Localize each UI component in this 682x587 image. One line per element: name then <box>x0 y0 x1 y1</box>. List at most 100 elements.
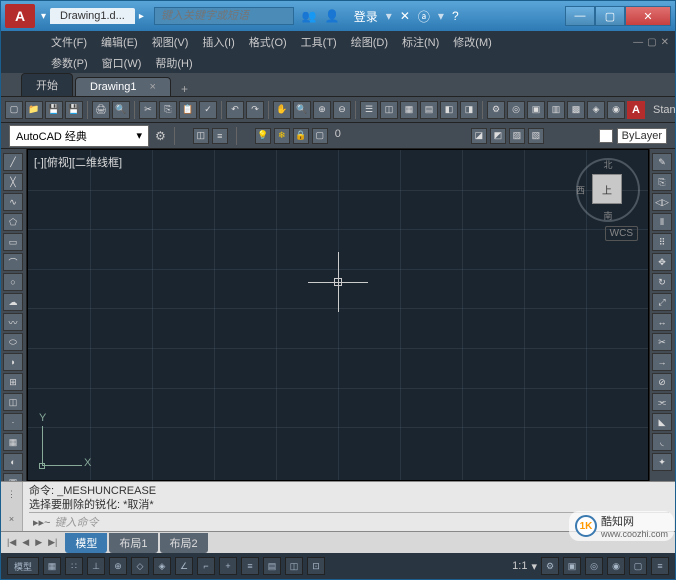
layer-state2-icon[interactable]: ❄ <box>274 128 290 144</box>
qp-toggle-icon[interactable]: ◫ <box>285 557 303 575</box>
explode-icon[interactable]: ✦ <box>652 453 672 471</box>
ssm-icon[interactable]: ▤ <box>420 101 438 119</box>
tab-close-icon[interactable]: × <box>150 81 156 93</box>
ducs-toggle-icon[interactable]: ⌐ <box>197 557 215 575</box>
tb-extra6-icon[interactable]: ◈ <box>587 101 605 119</box>
offset-icon[interactable]: ⫴ <box>652 213 672 231</box>
join-icon[interactable]: ⫘ <box>652 393 672 411</box>
menu-tools[interactable]: 工具(T) <box>301 34 337 50</box>
arc-icon[interactable]: ⌒ <box>3 253 23 271</box>
break-icon[interactable]: ⊘ <box>652 373 672 391</box>
viewcube[interactable]: 北 南 西 上 <box>576 158 640 222</box>
menu-window[interactable]: 窗口(W) <box>102 55 142 71</box>
menu-dimension[interactable]: 标注(N) <box>402 34 439 50</box>
snap-toggle-icon[interactable]: ∷ <box>65 557 83 575</box>
tab-add-button[interactable]: + <box>173 82 196 96</box>
viewcube-face[interactable]: 上 <box>592 174 622 204</box>
3dosnap-toggle-icon[interactable]: ◈ <box>153 557 171 575</box>
array-icon[interactable]: ⠿ <box>652 233 672 251</box>
layer-state4-icon[interactable]: ▢ <box>312 128 328 144</box>
paste-icon[interactable]: 📋 <box>179 101 197 119</box>
maximize-button[interactable]: ▢ <box>595 6 625 26</box>
layout-prev-icon[interactable]: ◀ <box>20 537 31 548</box>
tp-icon[interactable]: ▦ <box>400 101 418 119</box>
signin-icon[interactable]: 👤 <box>325 9 340 23</box>
qat-dropdown-icon[interactable]: ▾ <box>41 11 46 22</box>
workspace-dropdown[interactable]: AutoCAD 经典 ▾ <box>9 125 149 147</box>
copy2-icon[interactable]: ⎘ <box>652 173 672 191</box>
preview-icon[interactable]: 🔍 <box>112 101 130 119</box>
isolate-icon[interactable]: ◉ <box>607 557 625 575</box>
spline-icon[interactable]: 〰 <box>3 313 23 331</box>
pline-icon[interactable]: ∿ <box>3 193 23 211</box>
tb-extra2-icon[interactable]: ◎ <box>507 101 525 119</box>
doc-close-icon[interactable]: ✕ <box>661 37 669 48</box>
layer-tool2-icon[interactable]: ◩ <box>490 128 506 144</box>
zoom3-icon[interactable]: ⊖ <box>333 101 351 119</box>
layer-icon[interactable]: ◫ <box>193 128 209 144</box>
tab-start[interactable]: 开始 <box>21 73 73 96</box>
undo-icon[interactable]: ↶ <box>226 101 244 119</box>
anno-vis-icon[interactable]: ⚙ <box>541 557 559 575</box>
tb-extra3-icon[interactable]: ▣ <box>527 101 545 119</box>
tab-layout1[interactable]: 布局1 <box>109 533 157 553</box>
style-label[interactable]: Stan <box>649 104 675 116</box>
open-icon[interactable]: 📁 <box>25 101 43 119</box>
ws-switch-icon[interactable]: ▣ <box>563 557 581 575</box>
layer-tool1-icon[interactable]: ◪ <box>471 128 487 144</box>
menu-draw[interactable]: 绘图(D) <box>351 34 388 50</box>
layer-list-icon[interactable]: ≡ <box>212 128 228 144</box>
layout-first-icon[interactable]: |◀ <box>5 537 18 548</box>
exchange-icon[interactable]: ✕ <box>400 9 410 23</box>
tb-extra1-icon[interactable]: ⚙ <box>487 101 505 119</box>
layer-zero-label[interactable]: 0 <box>331 128 345 144</box>
insert-icon[interactable]: ⊞ <box>3 373 23 391</box>
login-dropdown-icon[interactable]: ▾ <box>386 9 392 23</box>
zoom2-icon[interactable]: ⊕ <box>313 101 331 119</box>
pan-icon[interactable]: ✋ <box>273 101 291 119</box>
login-link[interactable]: 登录 <box>354 8 378 25</box>
hatch-icon[interactable]: ▦ <box>3 433 23 451</box>
minimize-button[interactable]: — <box>565 6 595 26</box>
tab-model[interactable]: 模型 <box>65 533 107 553</box>
line-icon[interactable]: ╱ <box>3 153 23 171</box>
menu-file[interactable]: 文件(F) <box>51 34 87 50</box>
tab-layout2[interactable]: 布局2 <box>160 533 208 553</box>
file-title-tab[interactable]: Drawing1.d... <box>50 8 135 24</box>
ellipse-icon[interactable]: ⬭ <box>3 333 23 351</box>
scale-dropdown-icon[interactable]: ▾ <box>531 560 537 573</box>
redo-icon[interactable]: ↷ <box>246 101 264 119</box>
otrack-toggle-icon[interactable]: ∠ <box>175 557 193 575</box>
doc-minimize-icon[interactable]: — <box>633 37 643 48</box>
cloud-icon[interactable]: ⓐ <box>418 8 430 25</box>
clean-screen-icon[interactable]: ▢ <box>629 557 647 575</box>
circle-icon[interactable]: ○ <box>3 273 23 291</box>
saveas-icon[interactable]: 💾 <box>65 101 83 119</box>
grid-toggle-icon[interactable]: ▦ <box>43 557 61 575</box>
save-icon[interactable]: 💾 <box>45 101 63 119</box>
model-button[interactable]: 模型 <box>7 557 39 575</box>
rectangle-icon[interactable]: ▭ <box>3 233 23 251</box>
bylayer-dropdown[interactable]: ByLayer <box>617 128 667 144</box>
title-dropdown-icon[interactable]: ▸ <box>139 11 144 22</box>
mirror-icon[interactable]: ◁▷ <box>652 193 672 211</box>
menu-insert[interactable]: 插入(I) <box>202 34 234 50</box>
viewport-label[interactable]: [-][俯视][二维线框] <box>34 154 122 170</box>
layer-state3-icon[interactable]: 🔒 <box>293 128 309 144</box>
color-swatch[interactable] <box>599 129 613 143</box>
stretch-icon[interactable]: ↔ <box>652 313 672 331</box>
revcloud-icon[interactable]: ☁ <box>3 293 23 311</box>
zoom-icon[interactable]: 🔍 <box>293 101 311 119</box>
workspace-settings-icon[interactable]: ⚙ <box>155 129 166 143</box>
tb-extra7-icon[interactable]: ◉ <box>607 101 625 119</box>
region-icon[interactable]: ▣ <box>3 473 23 481</box>
hw-accel-icon[interactable]: ◎ <box>585 557 603 575</box>
search-input[interactable] <box>154 7 294 25</box>
menu-help[interactable]: 帮助(H) <box>155 55 192 71</box>
menu-format[interactable]: 格式(O) <box>249 34 287 50</box>
trim-icon[interactable]: ✂ <box>652 333 672 351</box>
lwt-toggle-icon[interactable]: ≡ <box>241 557 259 575</box>
gradient-icon[interactable]: ◐ <box>3 453 23 471</box>
cut-icon[interactable]: ✂ <box>139 101 157 119</box>
polygon-icon[interactable]: ⬠ <box>3 213 23 231</box>
